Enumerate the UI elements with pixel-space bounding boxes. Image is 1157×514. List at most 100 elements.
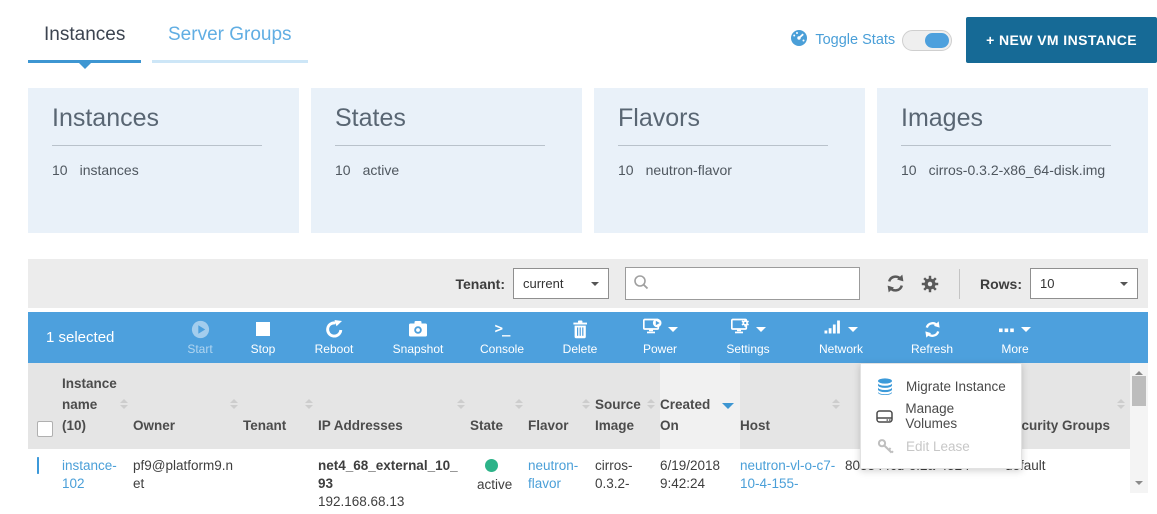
host-link[interactable]: neutron-vl-o-c7-10-4-155- <box>740 458 835 491</box>
stats-cards: Instances 10instances States 10active Fl… <box>28 88 1148 233</box>
card-label: active <box>363 162 400 178</box>
delete-button[interactable]: Delete <box>542 320 618 356</box>
sort-arrows-icon[interactable] <box>582 395 590 413</box>
created-date: 6/19/2018 <box>660 457 732 475</box>
stats-card-states: States 10active <box>311 88 582 233</box>
column-header-state[interactable]: State <box>470 363 528 449</box>
sort-descending-icon <box>722 403 734 415</box>
column-header-host[interactable]: Host <box>740 363 845 449</box>
snapshot-button[interactable]: Snapshot <box>374 320 462 356</box>
instance-name-link[interactable]: instance-102 <box>62 458 117 491</box>
toggle-stats-control[interactable]: Toggle Stats <box>790 29 952 51</box>
sort-arrows-icon[interactable] <box>515 395 523 413</box>
network-menu-button[interactable]: Network <box>794 320 888 356</box>
rows-select[interactable]: 10 <box>1030 268 1138 299</box>
settings-menu-button[interactable]: Settings <box>702 320 794 356</box>
chevron-down-icon <box>668 327 678 337</box>
chevron-down-icon <box>756 327 766 337</box>
gear-icon[interactable] <box>920 274 940 294</box>
menu-item-label: Edit Lease <box>906 439 970 454</box>
state-cell: active <box>470 457 528 494</box>
security-groups-cell: default <box>1005 457 1130 475</box>
column-header-flavor[interactable]: Flavor <box>528 363 595 449</box>
sort-arrows-icon[interactable] <box>647 395 655 413</box>
card-count: 10 <box>618 162 634 178</box>
monitor-gear-icon <box>731 318 750 340</box>
state-label: active <box>477 476 520 494</box>
sort-arrows-icon[interactable] <box>305 395 313 413</box>
row-checkbox[interactable] <box>37 457 39 474</box>
rows-label: Rows: <box>980 276 1022 292</box>
vertical-scroll-thumb[interactable] <box>1132 376 1146 406</box>
column-header-owner[interactable]: Owner <box>133 363 243 449</box>
vertical-scrollbar[interactable] <box>1130 363 1148 493</box>
toggle-knob <box>925 33 949 48</box>
flavor-link[interactable]: neutron-flavor <box>528 458 578 491</box>
menu-item-manage-volumes[interactable]: Manage Volumes <box>861 401 1021 431</box>
refresh-icon <box>923 320 942 339</box>
stop-button[interactable]: Stop <box>232 320 294 356</box>
sort-arrows-icon[interactable] <box>1117 395 1125 413</box>
ip-addresses-cell: net4_68_external_10_93 192.168.68.13 <box>318 457 470 512</box>
ellipsis-icon <box>999 320 1015 338</box>
action-toolbar: 1 selected Start Stop Reboot <box>28 312 1148 363</box>
menu-item-label: Migrate Instance <box>906 379 1006 394</box>
stats-card-flavors: Flavors 10 neutron-flavor <box>594 88 865 233</box>
active-status-dot <box>485 459 498 472</box>
gauge-icon <box>790 29 808 51</box>
divider <box>959 269 960 299</box>
reboot-button[interactable]: Reboot <box>294 320 374 356</box>
card-label: neutron-flavor <box>646 162 732 178</box>
sort-arrows-icon[interactable] <box>832 395 840 413</box>
chevron-down-icon <box>1021 327 1031 337</box>
column-header-source-image[interactable]: Source Image <box>595 363 660 449</box>
console-button[interactable]: >_ Console <box>462 320 542 356</box>
stats-toggle-switch[interactable] <box>902 30 952 51</box>
card-title: Flavors <box>618 104 841 133</box>
trash-icon <box>571 320 589 339</box>
terminal-icon: >_ <box>495 320 510 339</box>
ip-network: net4_68_external_10_93 <box>318 457 462 493</box>
more-menu-button[interactable]: More <box>976 320 1054 356</box>
start-button[interactable]: Start <box>168 320 232 356</box>
sort-arrows-icon[interactable] <box>457 395 465 413</box>
toggle-stats-label: Toggle Stats <box>815 32 895 48</box>
search-input[interactable] <box>625 267 860 300</box>
column-header-security-groups[interactable]: Security Groups <box>1005 363 1130 449</box>
sort-arrows-icon[interactable] <box>120 395 128 413</box>
column-header-instance-name[interactable]: Instance name (10) <box>62 363 133 449</box>
created-on-cell: 6/19/2018 9:42:24 <box>660 457 740 493</box>
stats-card-images: Images 10cirros-0.3.2-x86_64-disk.img <box>877 88 1148 233</box>
search-icon <box>633 274 650 296</box>
monitor-power-icon <box>643 318 662 340</box>
scroll-down-icon[interactable] <box>1135 481 1143 489</box>
tab-server-groups-label: Server Groups <box>168 24 292 45</box>
card-title: Images <box>901 104 1124 133</box>
new-vm-instance-button[interactable]: + NEW VM INSTANCE <box>966 17 1157 63</box>
toolbar-refresh-button[interactable]: Refresh <box>888 320 976 356</box>
header-actions: Toggle Stats + NEW VM INSTANCE <box>790 17 1157 63</box>
database-icon <box>876 378 894 395</box>
refresh-icon[interactable] <box>885 273 906 294</box>
reboot-icon <box>325 320 344 339</box>
power-menu-button[interactable]: Power <box>618 320 702 356</box>
chevron-down-icon <box>848 327 858 337</box>
column-header-created-on[interactable]: Created On <box>660 363 740 449</box>
tenant-select[interactable]: current <box>513 268 609 299</box>
column-header-tenant[interactable]: Tenant <box>243 363 318 449</box>
menu-item-edit-lease[interactable]: Edit Lease <box>861 431 1021 461</box>
menu-item-migrate-instance[interactable]: Migrate Instance <box>861 371 1021 401</box>
scroll-up-icon[interactable] <box>1135 367 1143 375</box>
drive-icon <box>876 409 893 424</box>
card-divider <box>52 145 262 146</box>
card-title: States <box>335 104 558 133</box>
tab-server-groups[interactable]: Server Groups <box>152 18 308 63</box>
tab-instances[interactable]: Instances <box>28 18 141 63</box>
selected-count: 1 selected <box>46 329 168 346</box>
play-circle-icon <box>191 320 210 339</box>
card-count: 10 <box>52 162 68 178</box>
page-header: Instances Server Groups Toggle Stats + N… <box>0 0 1157 80</box>
sort-arrows-icon[interactable] <box>230 395 238 413</box>
select-all-checkbox[interactable] <box>37 421 53 437</box>
column-header-ip-addresses[interactable]: IP Addresses <box>318 363 470 449</box>
